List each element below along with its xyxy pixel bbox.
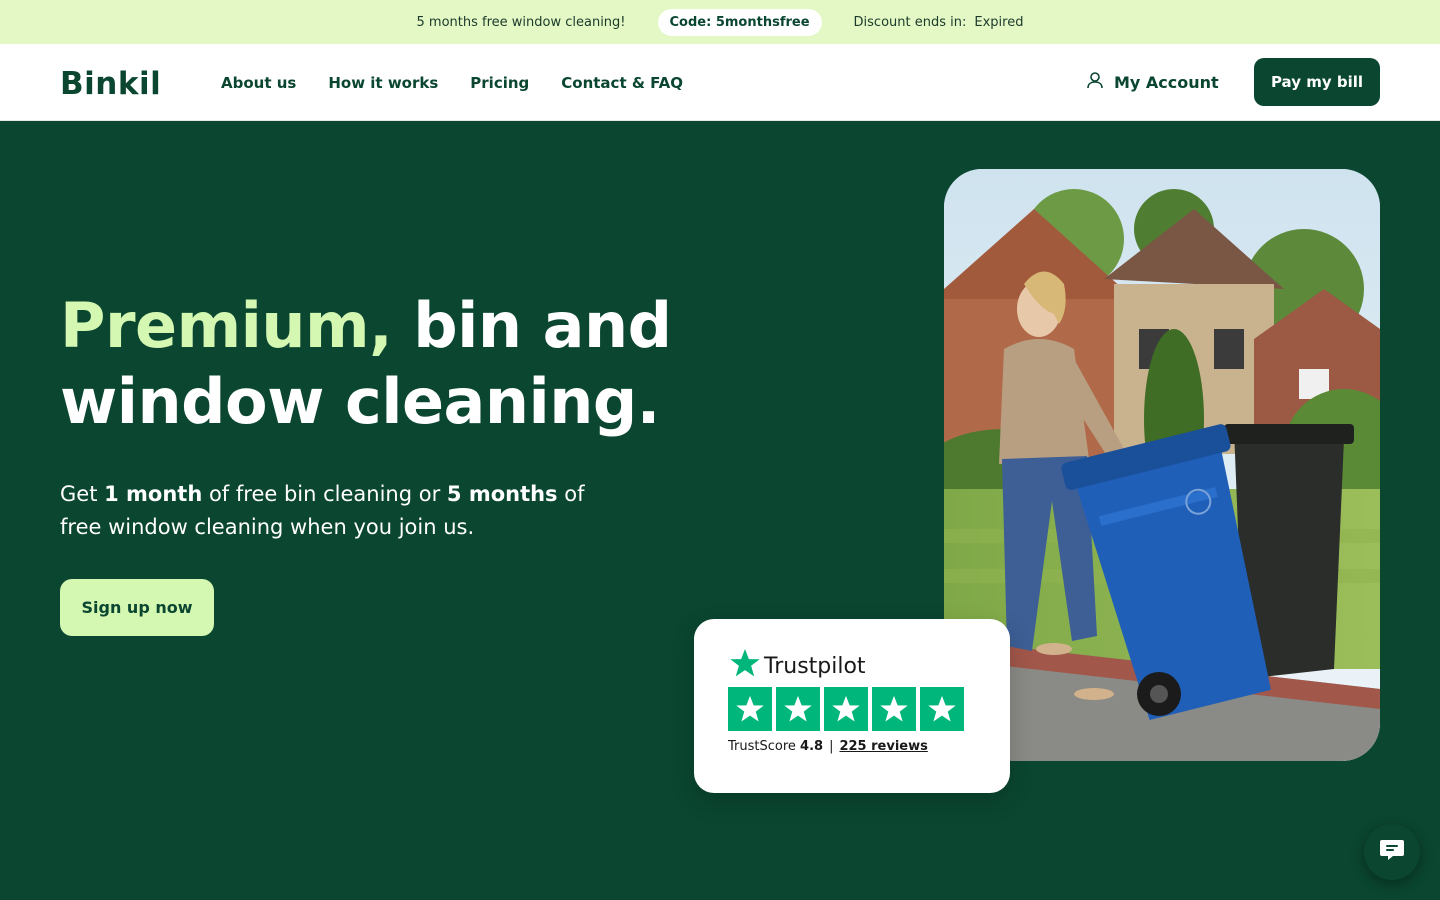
pay-my-bill-button[interactable]: Pay my bill xyxy=(1254,58,1380,106)
trustscore-line: TrustScore 4.8 | 225 reviews xyxy=(728,739,928,754)
rating-star-icon xyxy=(920,687,964,731)
chat-button[interactable] xyxy=(1364,824,1420,880)
promo-countdown: Discount ends in: Expired xyxy=(854,15,1024,30)
logo[interactable]: Binkil xyxy=(60,66,161,102)
trustscore-separator: | xyxy=(829,739,834,754)
nav-how-it-works[interactable]: How it works xyxy=(328,74,438,92)
rating-star-icon xyxy=(872,687,916,731)
promo-ends-value: Expired xyxy=(974,14,1024,30)
nav-contact-faq[interactable]: Contact & FAQ xyxy=(561,74,683,92)
star-icon xyxy=(728,647,762,685)
my-account-link[interactable]: My Account xyxy=(1086,71,1219,93)
hero-sub-bold-1: 1 month xyxy=(104,482,203,506)
user-icon xyxy=(1086,71,1104,93)
trustscore-value: 4.8 xyxy=(800,739,824,754)
promo-ends-label: Discount ends in: xyxy=(853,14,967,30)
hero-title-accent: Premium, xyxy=(60,289,393,362)
site-header: Binkil About us How it works Pricing Con… xyxy=(0,44,1440,121)
main-nav: About us How it works Pricing Contact & … xyxy=(221,74,683,92)
trustpilot-brand-label: Trustpilot xyxy=(764,653,866,679)
trustpilot-rating-stars xyxy=(728,687,964,731)
trustscore-label: TrustScore xyxy=(728,739,796,754)
rating-star-icon xyxy=(776,687,820,731)
trustpilot-reviews-link[interactable]: 225 reviews xyxy=(839,739,927,754)
hero-sub-bold-2: 5 months xyxy=(446,482,558,506)
hero-subtitle: Get 1 month of free bin cleaning or 5 mo… xyxy=(60,478,620,544)
rating-star-icon xyxy=(728,687,772,731)
nav-about-us[interactable]: About us xyxy=(221,74,296,92)
trustpilot-brand: Trustpilot xyxy=(728,647,866,685)
promo-code-badge[interactable]: Code: 5monthsfree xyxy=(657,8,822,36)
promo-banner: 5 months free window cleaning! Code: 5mo… xyxy=(0,0,1440,44)
sign-up-button[interactable]: Sign up now xyxy=(60,579,214,636)
promo-offer-text: 5 months free window cleaning! xyxy=(416,14,626,30)
chat-bubble-icon xyxy=(1379,838,1405,866)
hero-title: Premium, bin and window cleaning. xyxy=(60,288,780,440)
trustpilot-widget[interactable]: Trustpilot TrustScore 4.8 | 225 reviews xyxy=(694,619,1010,793)
rating-star-icon xyxy=(824,687,868,731)
nav-pricing[interactable]: Pricing xyxy=(470,74,529,92)
hero-sub-text-1: Get xyxy=(60,482,105,506)
my-account-label: My Account xyxy=(1114,72,1219,92)
hero-sub-text-2: of free bin cleaning or xyxy=(202,482,447,506)
